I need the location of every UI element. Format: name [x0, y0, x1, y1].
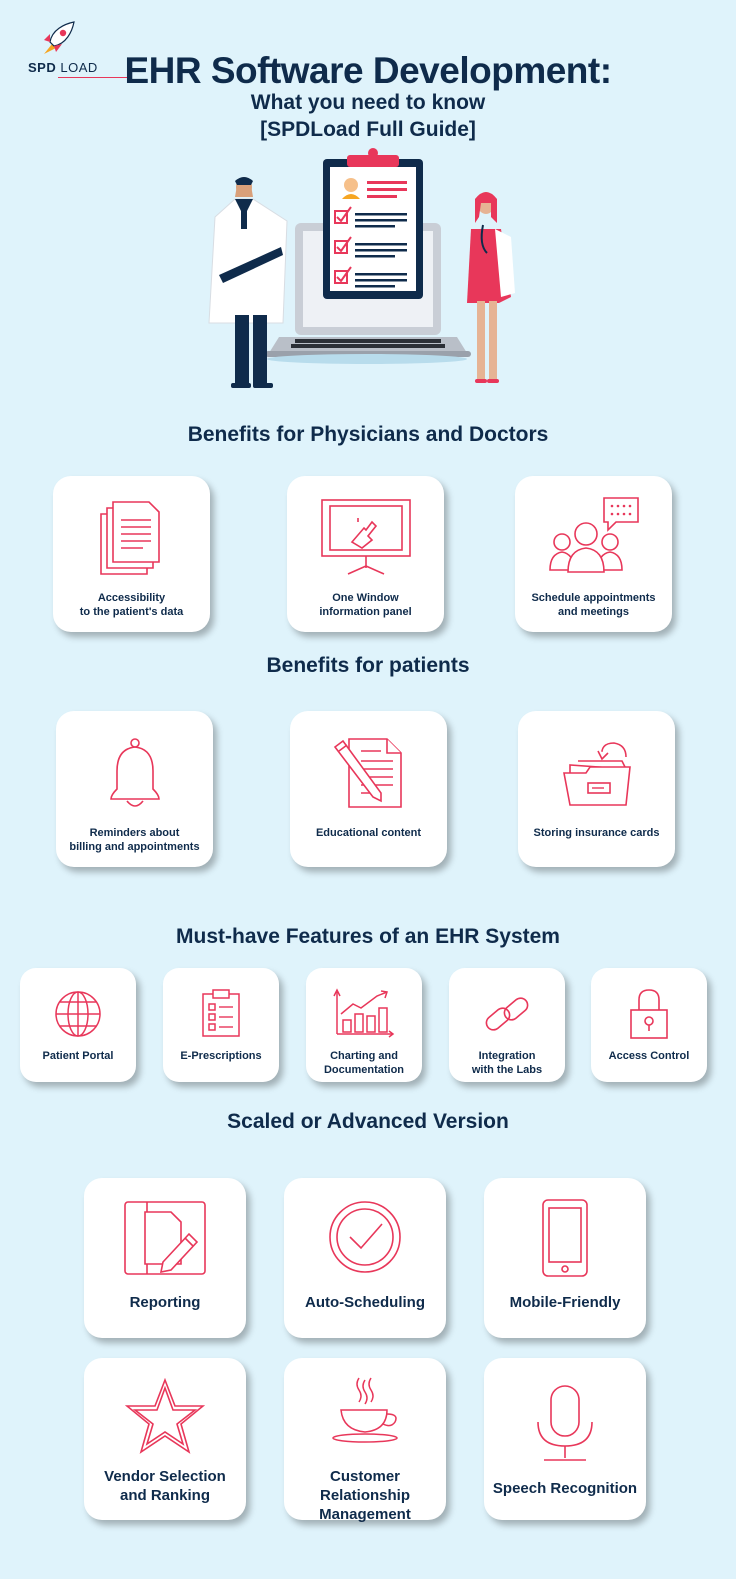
card-charting: Charting and Documentation — [306, 968, 422, 1082]
card-speech-recognition: Speech Recognition — [484, 1358, 646, 1520]
card-label-line1: Vendor Selection — [104, 1468, 226, 1485]
card-label-line1: Storing insurance cards — [533, 827, 660, 839]
section-title-physicians: Benefits for Physicians and Doctors — [187, 423, 549, 446]
card-schedule: Schedule appointments and meetings — [515, 476, 672, 632]
card-label-line1: Customer Relationship — [319, 1468, 410, 1504]
card-label-line1: Integration — [478, 1050, 536, 1062]
smartphone-icon — [542, 1199, 588, 1277]
page-subtitle-line2: [SPDLoad Full Guide] — [260, 118, 476, 141]
card-label-line2: Management — [319, 1505, 411, 1523]
clipboard-checklist-icon — [202, 989, 240, 1037]
documents-icon — [99, 501, 160, 575]
card-label-line2: Documentation — [323, 1063, 405, 1076]
rocket-icon — [44, 21, 75, 54]
card-one-window: One Window information panel — [287, 476, 444, 632]
card-e-prescriptions: E-Prescriptions — [163, 968, 279, 1082]
card-label-line1: Access Control — [608, 1050, 690, 1062]
coffee-cup-icon — [332, 1377, 398, 1443]
card-label-line1: Patient Portal — [42, 1050, 114, 1062]
star-icon — [125, 1378, 205, 1454]
card-label-line1: Speech Recognition — [492, 1480, 638, 1497]
card-auto-scheduling: Auto-Scheduling — [284, 1178, 446, 1338]
chain-link-icon — [485, 997, 529, 1031]
hero-illustration — [208, 148, 515, 388]
card-label-line1: E-Prescriptions — [180, 1050, 262, 1062]
card-label-line1: One Window — [332, 592, 399, 604]
card-patient-portal: Patient Portal — [20, 968, 136, 1082]
card-label-line1: Reporting — [129, 1294, 201, 1311]
spdload-logo: SPD LOAD — [28, 20, 128, 82]
logo-text: SPD LOAD — [28, 60, 98, 75]
card-vendor-selection: Vendor Selection and Ranking — [84, 1358, 246, 1520]
document-pencil-icon — [333, 738, 402, 808]
card-educational: Educational content — [290, 711, 447, 867]
padlock-icon — [630, 989, 668, 1039]
card-access-control: Access Control — [591, 968, 707, 1082]
folder-card-icon — [562, 742, 631, 806]
page-title: EHR Software Development: — [124, 50, 612, 91]
card-label-line2: billing and appointments — [69, 840, 200, 853]
card-label-line1: Reminders about — [89, 827, 180, 839]
card-label-line1: Educational content — [315, 827, 422, 839]
section-title-advanced: Scaled or Advanced Version — [227, 1110, 509, 1133]
card-reporting: Reporting — [84, 1178, 246, 1338]
bell-icon — [109, 738, 160, 807]
card-label-line2: to the patient's data — [79, 605, 184, 618]
card-label-line1: Charting and — [330, 1050, 398, 1062]
card-integration: Integration with the Labs — [449, 968, 565, 1082]
card-reminders: Reminders about billing and appointments — [56, 711, 213, 867]
card-label-line2: with the Labs — [471, 1063, 543, 1076]
card-label-line1: Schedule appointments — [531, 592, 656, 604]
card-label-line2: information panel — [319, 605, 412, 618]
card-label-line1: Mobile-Friendly — [509, 1294, 621, 1311]
microphone-icon — [537, 1385, 593, 1461]
page-subtitle-line1: What you need to know — [250, 91, 486, 114]
card-accessibility: Accessibility to the patient's data — [53, 476, 210, 632]
section-title-features: Must-have Features of an EHR System — [176, 925, 560, 948]
card-label-line1: Auto-Scheduling — [305, 1294, 425, 1311]
section-title-patients: Benefits for patients — [266, 654, 470, 677]
report-pencil-icon — [124, 1201, 206, 1275]
card-mobile-friendly: Mobile-Friendly — [484, 1178, 646, 1338]
card-customer-relationship: Customer Relationship Management — [284, 1358, 446, 1523]
card-insurance: Storing insurance cards — [518, 711, 675, 867]
monitor-touch-icon — [320, 499, 411, 575]
circle-check-icon — [329, 1201, 401, 1273]
globe-icon — [55, 991, 101, 1037]
group-chat-icon — [548, 497, 639, 573]
card-label-line2: and meetings — [558, 605, 629, 618]
chart-growth-icon — [333, 988, 395, 1038]
card-label-line1: Accessibility — [97, 592, 166, 604]
card-label-line2: and Ranking — [119, 1486, 210, 1504]
